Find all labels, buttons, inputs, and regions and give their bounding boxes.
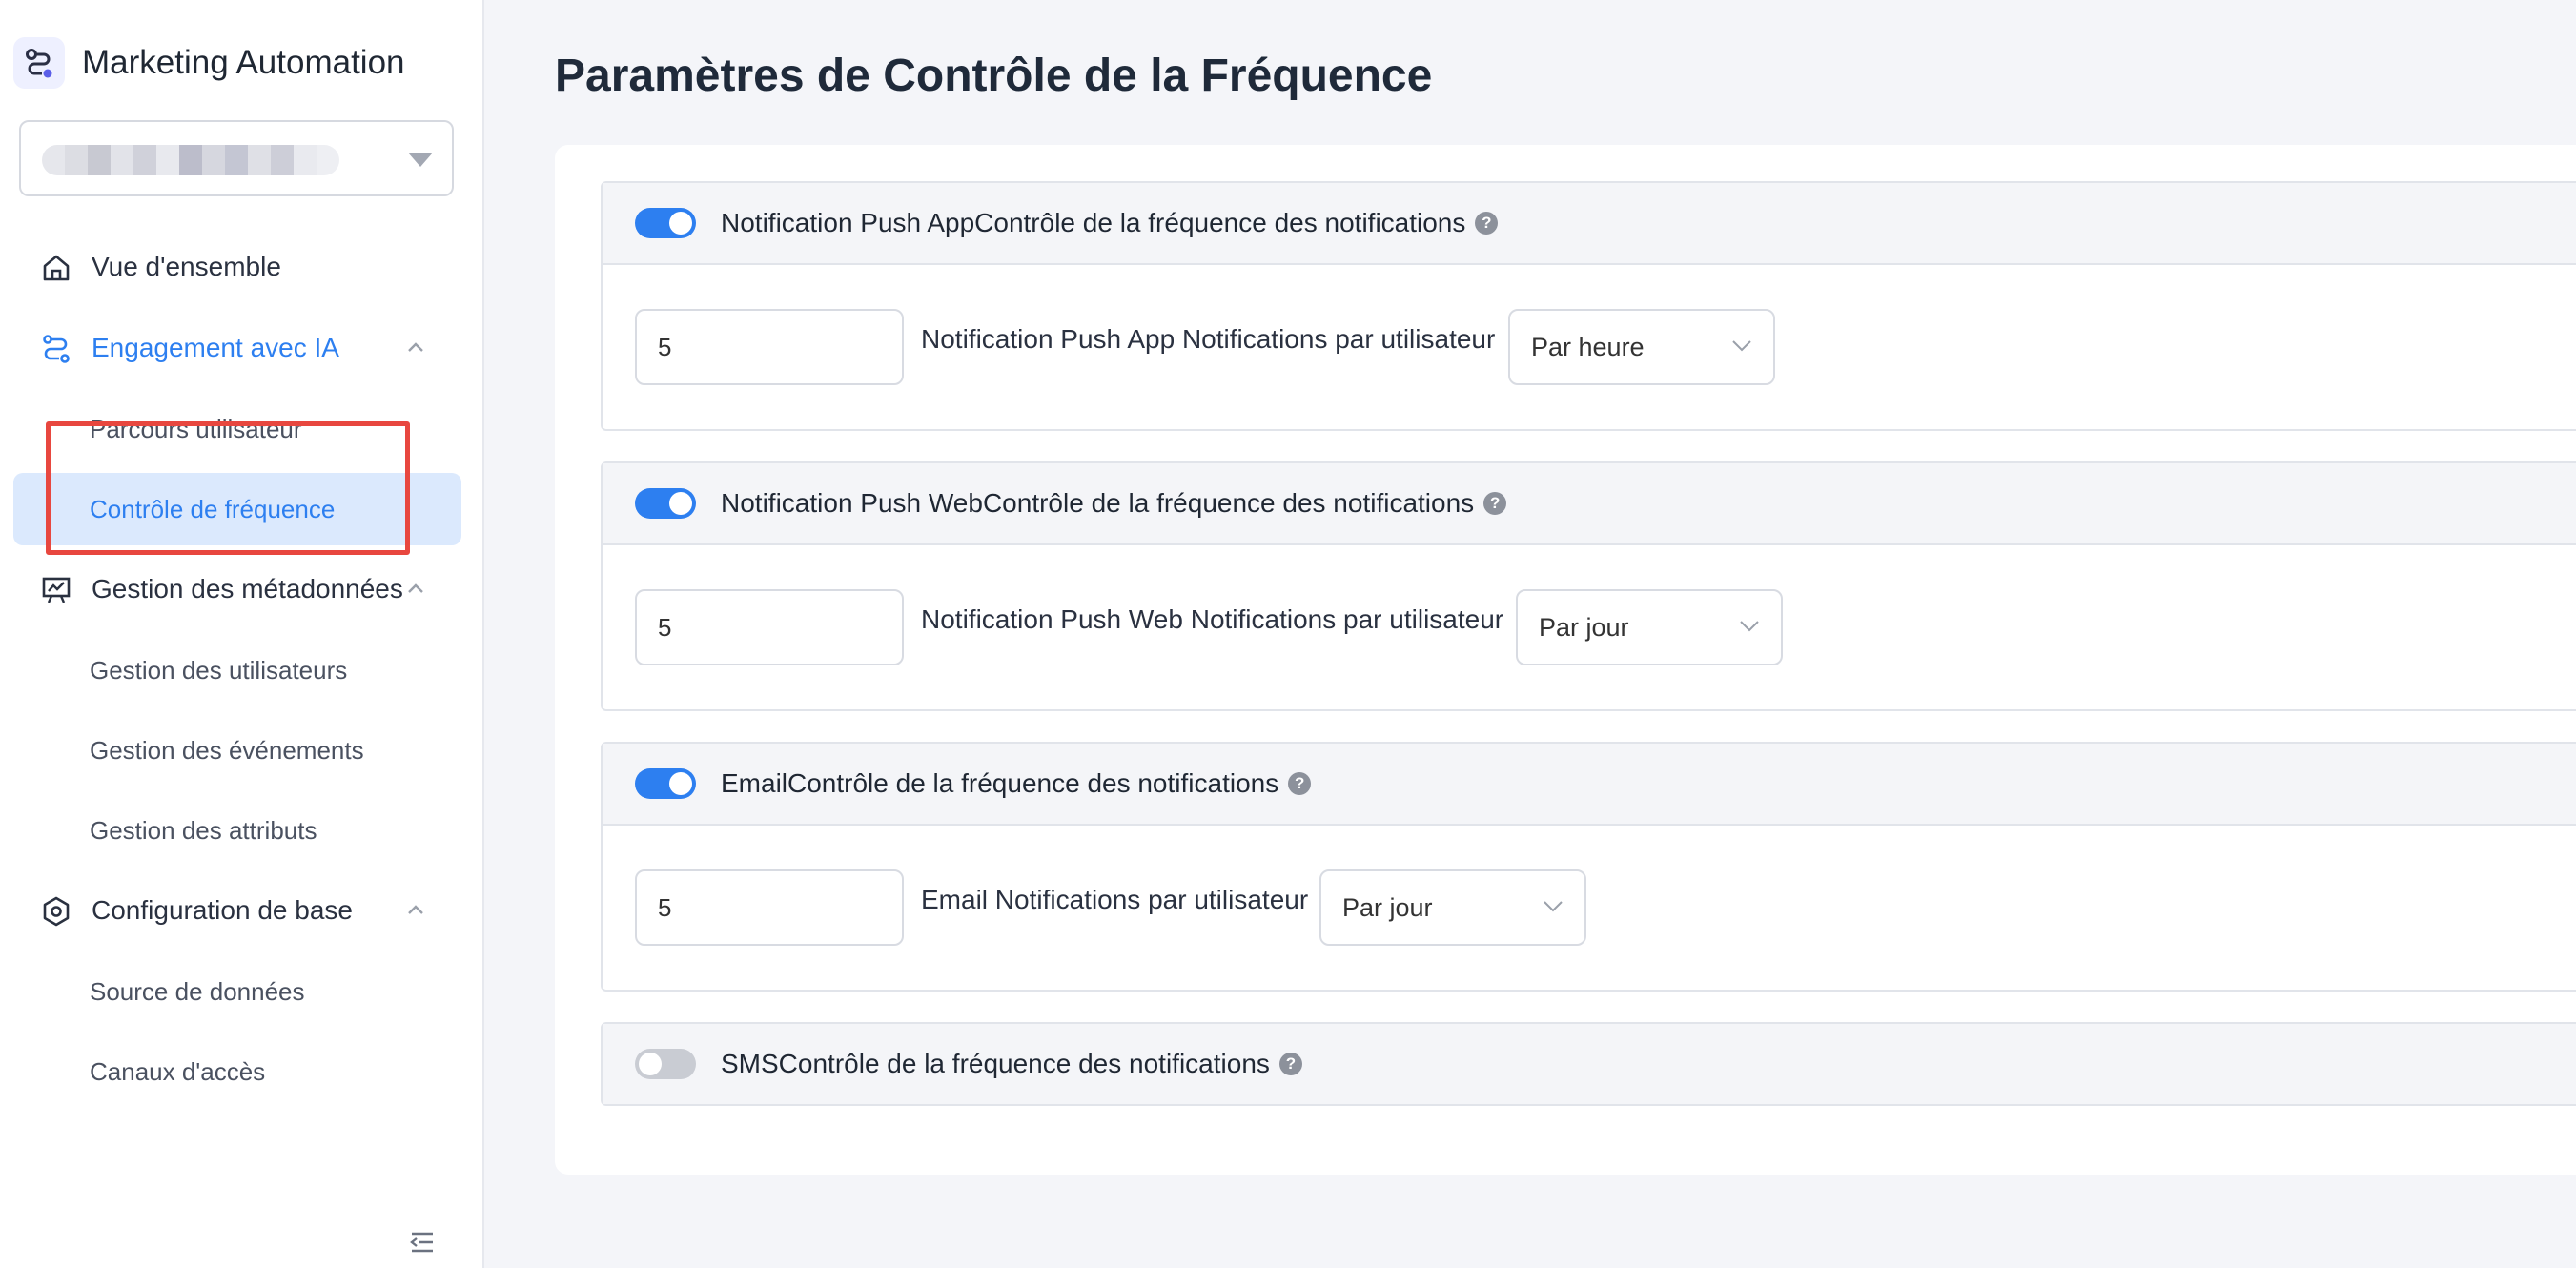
limit-input[interactable] xyxy=(635,869,904,946)
channel-header: Notification Push AppContrôle de la fréq… xyxy=(603,183,2576,265)
nav-label: Vue d'ensemble xyxy=(92,252,281,281)
app-logo-icon xyxy=(13,37,65,89)
help-icon[interactable]: ? xyxy=(1278,1053,1302,1075)
page-title: Paramètres de Contrôle de la Fréquence xyxy=(555,51,1433,101)
toggle-knob xyxy=(669,492,692,515)
channel-title: Notification Push AppContrôle de la fréq… xyxy=(721,208,1499,238)
nav-item-metadata[interactable]: Gestion des métadonnées xyxy=(0,549,484,629)
help-icon[interactable]: ? xyxy=(1288,772,1312,795)
channel-title-text: EmailContrôle de la fréquence des notifi… xyxy=(721,768,1279,798)
limit-input[interactable] xyxy=(635,589,904,665)
sidebar: Marketing Automation Vue d'ensemble Enga… xyxy=(0,0,484,1268)
toggle-knob xyxy=(639,1053,662,1075)
caret-down-icon xyxy=(408,153,433,167)
chevron-up-icon xyxy=(408,342,423,352)
sub-label: Gestion des attributs xyxy=(90,815,317,845)
chevron-down-icon xyxy=(1732,340,1751,352)
period-select[interactable]: Par jour xyxy=(1319,869,1586,946)
channel-toggle[interactable] xyxy=(635,1049,696,1079)
help-icon[interactable]: ? xyxy=(1483,492,1507,515)
channel-email: EmailContrôle de la fréquence des notifi… xyxy=(601,742,2576,992)
nav-item-base-config[interactable]: Configuration de base xyxy=(0,870,484,951)
chevron-up-icon xyxy=(408,905,423,914)
workspace-name-redacted xyxy=(42,145,339,175)
channel-title-text: SMSContrôle de la fréquence des notifica… xyxy=(721,1049,1270,1078)
sidebar-item-data-sources[interactable]: Source de données xyxy=(13,955,461,1028)
channel-sms: SMSContrôle de la fréquence des notifica… xyxy=(601,1022,2576,1106)
channel-toggle[interactable] xyxy=(635,208,696,238)
period-select[interactable]: Par jour xyxy=(1516,589,1783,665)
channel-toggle[interactable] xyxy=(635,768,696,799)
limit-label: Email Notifications par utilisateur xyxy=(921,885,1309,914)
channel-header: EmailContrôle de la fréquence des notifi… xyxy=(603,744,2576,826)
sub-label: Gestion des événements xyxy=(90,735,364,765)
sub-label: Canaux d'accès xyxy=(90,1056,266,1086)
channel-title: SMSContrôle de la fréquence des notifica… xyxy=(721,1049,1302,1079)
sidebar-item-access-channels[interactable]: Canaux d'accès xyxy=(13,1035,461,1108)
toggle-knob xyxy=(669,772,692,795)
limit-label: Notification Push Web Notifications par … xyxy=(921,604,1504,634)
flow-icon xyxy=(43,335,70,363)
channel-toggle[interactable] xyxy=(635,488,696,519)
home-icon xyxy=(43,255,70,281)
channel-body: Notification Push App Notifications par … xyxy=(603,265,2576,429)
channel-header: SMSContrôle de la fréquence des notifica… xyxy=(603,1024,2576,1104)
chevron-down-icon xyxy=(1544,901,1563,912)
nav-label: Configuration de base xyxy=(92,895,353,925)
sub-label: Parcours utilisateur xyxy=(90,414,302,443)
workspace-select[interactable] xyxy=(19,120,454,196)
sidebar-item-event-management[interactable]: Gestion des événements xyxy=(13,714,461,787)
sidebar-item-frequency-control[interactable]: Contrôle de fréquence xyxy=(13,473,461,545)
sub-label: Contrôle de fréquence xyxy=(90,494,336,523)
period-value: Par jour xyxy=(1539,612,1629,642)
presentation-icon xyxy=(42,577,71,603)
channel-body: Notification Push Web Notifications par … xyxy=(603,545,2576,709)
sidebar-item-attribute-management[interactable]: Gestion des attributs xyxy=(13,794,461,867)
brand: Marketing Automation xyxy=(13,36,405,90)
limit-label: Notification Push App Notifications par … xyxy=(921,324,1496,354)
sub-label: Source de données xyxy=(90,976,305,1006)
period-value: Par heure xyxy=(1531,332,1645,361)
channel-title-text: Notification Push WebContrôle de la fréq… xyxy=(721,488,1475,518)
app-title: Marketing Automation xyxy=(82,44,405,81)
channel-app-push: Notification Push AppContrôle de la fréq… xyxy=(601,181,2576,431)
channel-body: Email Notifications par utilisateur Par … xyxy=(603,826,2576,990)
nav-label: Engagement avec IA xyxy=(92,333,339,362)
sidebar-item-user-journeys[interactable]: Parcours utilisateur xyxy=(13,393,461,465)
sub-label: Gestion des utilisateurs xyxy=(90,655,348,685)
chevron-up-icon xyxy=(408,583,423,593)
collapse-sidebar-icon[interactable] xyxy=(408,1230,437,1255)
nav-label: Gestion des métadonnées xyxy=(92,574,403,603)
period-select[interactable]: Par heure xyxy=(1508,309,1775,385)
channel-title: Notification Push WebContrôle de la fréq… xyxy=(721,488,1507,519)
channel-header: Notification Push WebContrôle de la fréq… xyxy=(603,463,2576,545)
help-icon[interactable]: ? xyxy=(1475,212,1499,235)
channel-title: EmailContrôle de la fréquence des notifi… xyxy=(721,768,1312,799)
nav-item-ai-engagement[interactable]: Engagement avec IA xyxy=(0,308,484,388)
settings-hexagon-icon xyxy=(43,896,70,927)
sidebar-item-user-management[interactable]: Gestion des utilisateurs xyxy=(13,634,461,706)
period-value: Par jour xyxy=(1342,892,1433,922)
toggle-knob xyxy=(669,212,692,235)
channel-web-push: Notification Push WebContrôle de la fréq… xyxy=(601,461,2576,711)
channel-title-text: Notification Push AppContrôle de la fréq… xyxy=(721,208,1466,237)
limit-input[interactable] xyxy=(635,309,904,385)
chevron-down-icon xyxy=(1740,621,1759,632)
nav-item-overview[interactable]: Vue d'ensemble xyxy=(0,227,484,307)
